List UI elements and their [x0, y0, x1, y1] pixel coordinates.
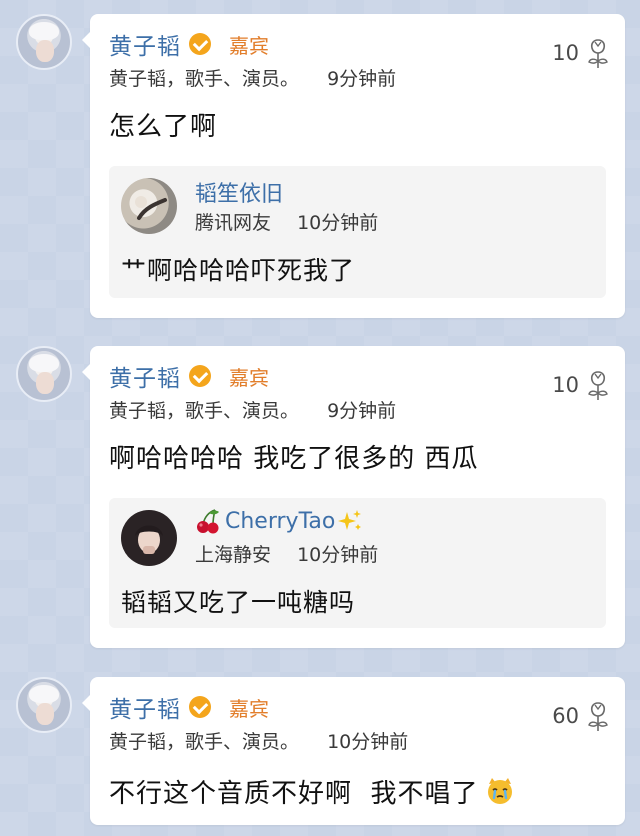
author-avatar[interactable]: [16, 346, 72, 402]
comment-card: 黄子韬 嘉宾 黄子韬，歌手、演员。 9分钟前 10 啊哈哈哈哈 我吃了很多的 西…: [82, 346, 625, 648]
quote-location: 上海静安: [195, 544, 272, 566]
author-bio: 黄子韬，歌手、演员。: [109, 731, 300, 753]
author-bio: 黄子韬，歌手、演员。: [109, 68, 300, 90]
quote-location: 腾讯网友: [195, 212, 272, 234]
quote-avatar-image: [135, 196, 167, 220]
quote-author-name[interactable]: CherryTao: [225, 509, 335, 534]
guest-badge: 嘉宾: [229, 365, 269, 390]
quote-time: 10分钟前: [297, 544, 379, 566]
quoted-comment[interactable]: 韬笙依旧 腾讯网友 10分钟前 艹啊哈哈哈吓死我了: [109, 166, 606, 298]
quote-avatar[interactable]: [121, 510, 177, 566]
comment-text-row: 不行这个音质不好啊 我不唱了: [109, 773, 515, 810]
post-time: 9分钟前: [327, 400, 397, 422]
quote-name-row: 韬笙依旧: [195, 176, 283, 208]
quote-meta: 上海静安 10分钟前: [195, 540, 378, 567]
post-time: 9分钟前: [327, 68, 397, 90]
like-count: 10: [552, 373, 579, 397]
author-avatar[interactable]: [16, 677, 72, 733]
verified-badge-icon: [189, 696, 211, 718]
quote-time: 10分钟前: [297, 212, 379, 234]
author-name[interactable]: 黄子韬: [109, 690, 181, 724]
quote-author-name[interactable]: 韬笙依旧: [195, 176, 283, 208]
author-avatar[interactable]: [16, 14, 72, 70]
author-meta: 黄子韬，歌手、演员。 9分钟前: [109, 64, 396, 91]
quoted-comment[interactable]: CherryTao 上海静安 10分钟前 韬韬又吃了一吨糖吗: [109, 498, 606, 628]
comment-card: 黄子韬 嘉宾 黄子韬，歌手、演员。 9分钟前 10 怎么了啊 韬笙依旧 腾讯网友…: [82, 14, 625, 318]
comment-text: 啊哈哈哈哈 我吃了很多的 西瓜: [109, 444, 479, 474]
author-row: 黄子韬 嘉宾: [109, 691, 269, 723]
crying-cat-emoji: [487, 778, 512, 804]
comment-text: 不行这个音质不好啊 我不唱了: [109, 779, 479, 809]
author-meta: 黄子韬，歌手、演员。 10分钟前: [109, 727, 408, 754]
guest-badge: 嘉宾: [229, 33, 269, 58]
comment-card: 黄子韬 嘉宾 黄子韬，歌手、演员。 10分钟前 60 不行这个音质不好啊 我不唱…: [82, 677, 625, 825]
quote-name-row: CherryTao: [195, 508, 363, 534]
author-row: 黄子韬 嘉宾: [109, 360, 269, 392]
comment-text: 怎么了啊: [109, 112, 218, 142]
quote-avatar[interactable]: [121, 178, 177, 234]
like-count: 60: [552, 704, 579, 728]
sparkles-icon: [338, 510, 362, 530]
author-row: 黄子韬 嘉宾: [109, 28, 269, 60]
rose-icon[interactable]: [585, 699, 611, 733]
author-meta: 黄子韬，歌手、演员。 9分钟前: [109, 396, 396, 423]
author-bio: 黄子韬，歌手、演员。: [109, 400, 300, 422]
author-name[interactable]: 黄子韬: [109, 359, 181, 393]
verified-badge-icon: [189, 33, 211, 55]
quote-meta: 腾讯网友 10分钟前: [195, 208, 378, 235]
rose-icon[interactable]: [585, 36, 611, 70]
author-name[interactable]: 黄子韬: [109, 27, 181, 61]
post-time: 10分钟前: [327, 731, 409, 753]
quote-avatar-image: [135, 525, 163, 554]
quote-text: 艹啊哈哈哈吓死我了: [121, 256, 356, 285]
cherry-icon: [197, 509, 219, 534]
verified-badge-icon: [189, 365, 211, 387]
rose-icon[interactable]: [585, 368, 611, 402]
quote-text: 韬韬又吃了一吨糖吗: [121, 588, 356, 617]
like-count: 10: [552, 41, 579, 65]
guest-badge: 嘉宾: [229, 696, 269, 721]
